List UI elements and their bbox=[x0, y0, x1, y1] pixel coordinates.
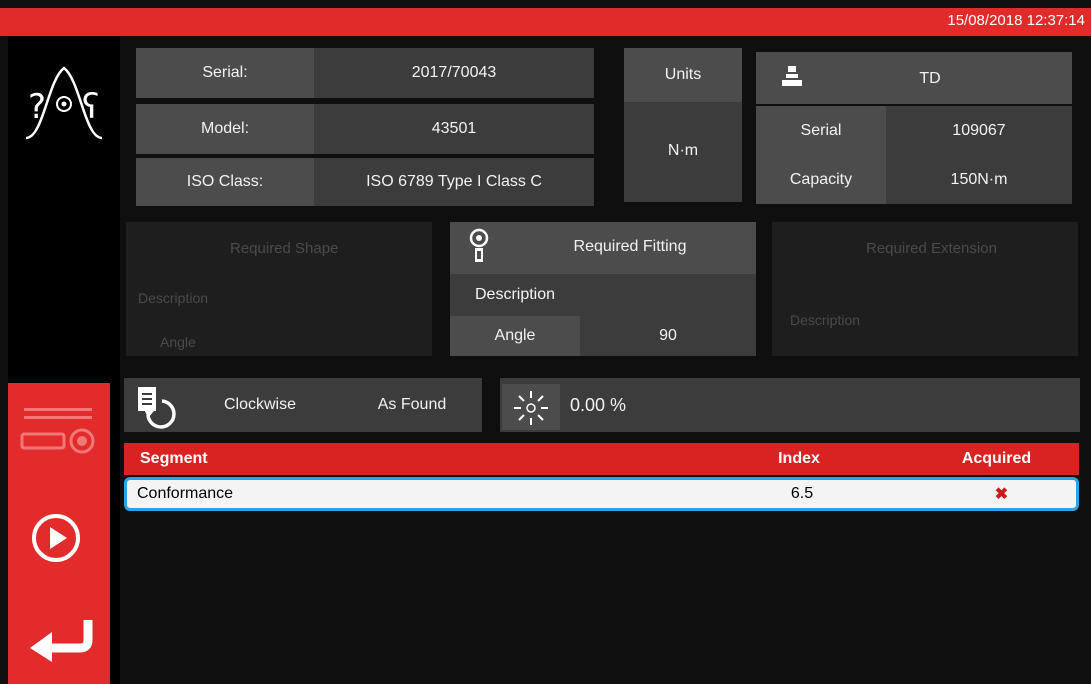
iso-class-value: ISO 6789 Type I Class C bbox=[314, 158, 594, 206]
table-row[interactable]: Conformance 6.5 ✖ bbox=[124, 477, 1079, 511]
header-acquired: Acquired bbox=[961, 450, 1032, 467]
return-arrow-icon[interactable] bbox=[28, 616, 100, 662]
fitting-icon bbox=[469, 228, 489, 262]
row-segment: Conformance bbox=[137, 485, 234, 502]
svg-text:?: ? bbox=[28, 87, 46, 127]
status-bar bbox=[0, 8, 1091, 36]
transducer-name: TD bbox=[919, 70, 941, 87]
not-acquired-icon: ✖ bbox=[994, 486, 1009, 503]
fitting-angle-label: Angle bbox=[450, 316, 580, 356]
shape-angle-label: Angle bbox=[160, 334, 196, 350]
percent-value: 0.00 % bbox=[570, 395, 627, 415]
svg-text:ʕ: ʕ bbox=[82, 87, 99, 127]
sparkle-icon bbox=[514, 391, 548, 425]
model-value: 43501 bbox=[314, 104, 594, 154]
table-header: Segment Index Acquired bbox=[124, 443, 1079, 475]
shape-title: Required Shape bbox=[230, 240, 339, 257]
fitting-desc-value bbox=[580, 274, 756, 316]
play-icon[interactable] bbox=[30, 512, 82, 564]
row-index: 6.5 bbox=[790, 485, 814, 502]
model-label: Model: bbox=[136, 104, 314, 154]
clockwise-doc-icon bbox=[138, 387, 176, 429]
units-value: N·m bbox=[667, 142, 699, 159]
test-mode: As Found bbox=[377, 396, 447, 413]
units-label: Units bbox=[624, 48, 742, 102]
datetime: 15/08/2018 12:37:14 bbox=[947, 12, 1085, 29]
capacity-label: Capacity bbox=[756, 156, 886, 204]
serial-label: Serial: bbox=[136, 48, 314, 98]
connect-transducer-icon[interactable] bbox=[14, 404, 102, 464]
fitting-angle-value: 90 bbox=[580, 316, 756, 356]
header-index: Index bbox=[778, 450, 820, 467]
test-direction: Clockwise bbox=[223, 396, 296, 413]
extension-title: Required Extension bbox=[866, 240, 997, 257]
iso-class-label: ISO Class: bbox=[136, 158, 314, 206]
extension-desc-label: Description bbox=[790, 312, 861, 328]
header-segment: Segment bbox=[140, 450, 208, 467]
capacity-value: 150N·m bbox=[886, 156, 1072, 204]
transducer-serial-label: Serial bbox=[756, 106, 886, 156]
transducer-icon bbox=[782, 66, 802, 86]
segment-table: Segment Index Acquired Conformance 6.5 ✖ bbox=[124, 443, 1079, 511]
transducer-serial-value: 109067 bbox=[886, 106, 1072, 156]
bell-curve-logo-icon: ? ʕ bbox=[25, 66, 103, 140]
shape-desc-label: Description bbox=[138, 290, 209, 306]
fitting-desc-label: Description bbox=[450, 274, 580, 316]
serial-value: 2017/70043 bbox=[314, 48, 594, 98]
fitting-title: Required Fitting bbox=[573, 238, 687, 255]
